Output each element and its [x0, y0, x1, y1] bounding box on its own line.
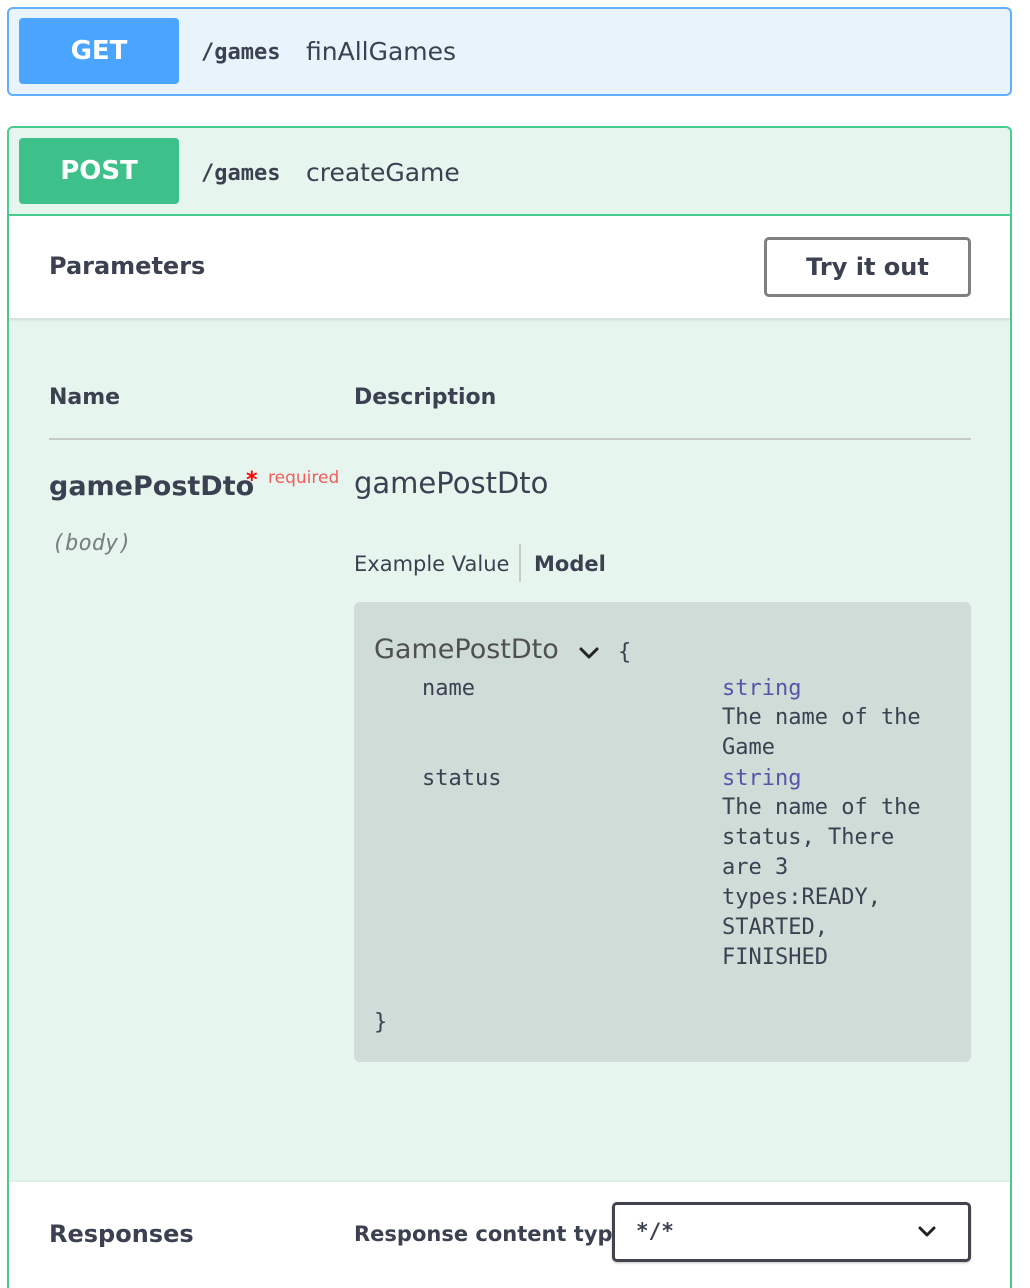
parameter-name: gamePostDto — [49, 471, 255, 502]
property-description: The name of the status, There are 3 type… — [722, 795, 921, 970]
post-path[interactable]: /games — [201, 161, 280, 186]
parameter-schema-title: gamePostDto — [354, 466, 549, 500]
property-name: status — [422, 766, 502, 791]
chevron-down-icon[interactable] — [578, 646, 600, 665]
response-content-type-value: */* — [636, 1219, 674, 1243]
model-open-brace: { — [618, 640, 632, 665]
get-operation[interactable]: GET /games finAllGames — [7, 7, 1012, 96]
responses-title: Responses — [49, 1220, 194, 1248]
get-path: /games — [201, 40, 281, 65]
model-schema-box: GamePostDto { name string The name of th… — [354, 602, 971, 1062]
chevron-down-icon — [917, 1225, 937, 1244]
tab-model[interactable]: Model — [534, 552, 606, 576]
model-close-brace: } — [374, 1010, 388, 1035]
post-method-badge[interactable]: POST — [19, 138, 179, 204]
property-type: string — [722, 676, 802, 701]
table-header-divider — [49, 438, 971, 440]
parameters-header: Parameters Try it out — [9, 216, 1010, 318]
response-content-type-label: Response content type — [354, 1222, 627, 1246]
responses-header: Responses Response content type */* — [9, 1182, 1010, 1288]
property-type: string — [722, 766, 802, 791]
required-label: required — [268, 468, 340, 488]
post-summary[interactable]: createGame — [306, 158, 460, 187]
property-description: The name of the Game — [722, 705, 921, 760]
tab-example-value[interactable]: Example Value — [354, 552, 509, 576]
column-name-header: Name — [49, 385, 121, 410]
property-name: name — [422, 676, 475, 701]
get-summary: finAllGames — [306, 37, 457, 66]
post-operation: POST /games createGame Parameters Try it… — [7, 126, 1012, 1288]
response-content-type-select[interactable]: */* — [612, 1202, 971, 1262]
tab-divider — [519, 544, 521, 582]
parameter-location: (body) — [52, 531, 132, 556]
get-method-badge: GET — [19, 18, 179, 84]
try-it-out-button[interactable]: Try it out — [764, 237, 971, 297]
column-description-header: Description — [354, 385, 497, 410]
required-star: * — [246, 468, 258, 493]
model-name[interactable]: GamePostDto — [374, 634, 559, 665]
parameters-title: Parameters — [49, 252, 206, 280]
